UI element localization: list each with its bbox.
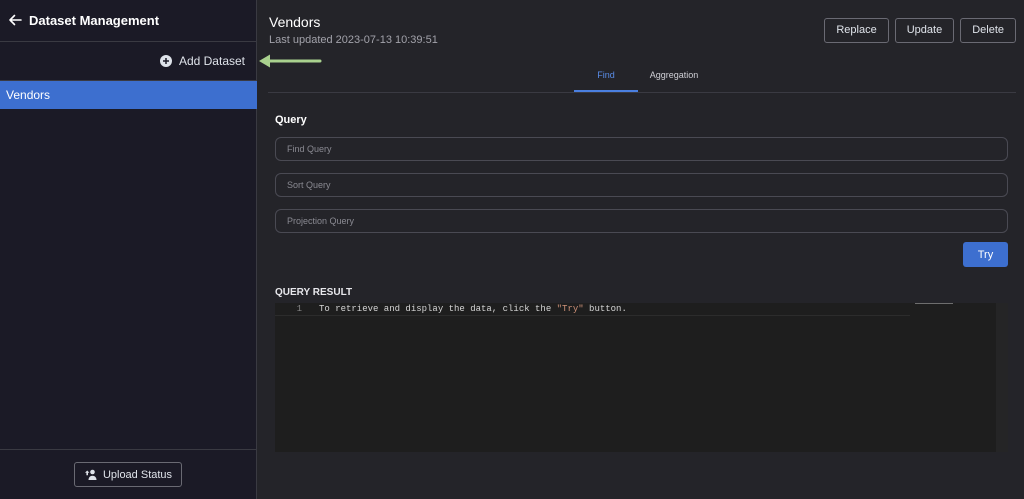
replace-button[interactable]: Replace [824, 18, 889, 43]
dataset-item-vendors[interactable]: Vendors [0, 81, 257, 109]
main-panel: Vendors Last updated 2023-07-13 10:39:51… [258, 0, 1024, 499]
upload-status-button[interactable]: Upload Status [74, 462, 182, 487]
line-number: 1 [296, 304, 302, 314]
delete-button[interactable]: Delete [960, 18, 1016, 43]
code-string-literal: "Try" [556, 304, 584, 314]
upload-status-label: Upload Status [102, 468, 173, 481]
action-toolbar: Replace Update Delete [824, 18, 1016, 43]
code-text-after: button. [583, 304, 627, 314]
app-window: Dataset Management Add Dataset Vendors U… [0, 0, 1024, 499]
query-section-title: Query [275, 114, 307, 126]
sidebar-header: Dataset Management [0, 0, 257, 42]
page-title: Vendors [269, 14, 321, 30]
query-tabs: Find Aggregation [268, 62, 1016, 93]
sidebar-title: Dataset Management [29, 13, 160, 28]
update-button[interactable]: Update [894, 18, 955, 43]
projection-query-input[interactable] [275, 209, 1008, 233]
code-text: To retrieve and display the data, click … [319, 303, 627, 316]
tab-aggregation[interactable]: Aggregation [644, 62, 704, 92]
editor-minimap [915, 303, 953, 304]
last-updated-text: Last updated 2023-07-13 10:39:51 [269, 34, 438, 46]
add-dataset-button[interactable]: Add Dataset [159, 53, 245, 69]
add-dataset-label: Add Dataset [178, 54, 245, 68]
query-result-title: QUERY RESULT [275, 287, 353, 298]
code-text-before: To retrieve and display the data, click … [319, 304, 557, 314]
sidebar-footer: Upload Status [0, 449, 257, 499]
plus-circle-icon [159, 55, 172, 67]
add-dataset-row: Add Dataset [0, 42, 257, 81]
sort-query-input[interactable] [275, 173, 1008, 197]
code-line: 1 To retrieve and display the data, clic… [275, 303, 910, 316]
back-arrow-icon[interactable] [8, 13, 22, 27]
try-button[interactable]: Try [963, 242, 1008, 267]
query-result-editor[interactable]: 1 To retrieve and display the data, clic… [275, 303, 1008, 452]
sidebar: Dataset Management Add Dataset Vendors U… [0, 0, 257, 499]
upload-people-icon [84, 469, 97, 480]
find-query-input[interactable] [275, 137, 1008, 161]
tab-find[interactable]: Find [574, 62, 638, 92]
